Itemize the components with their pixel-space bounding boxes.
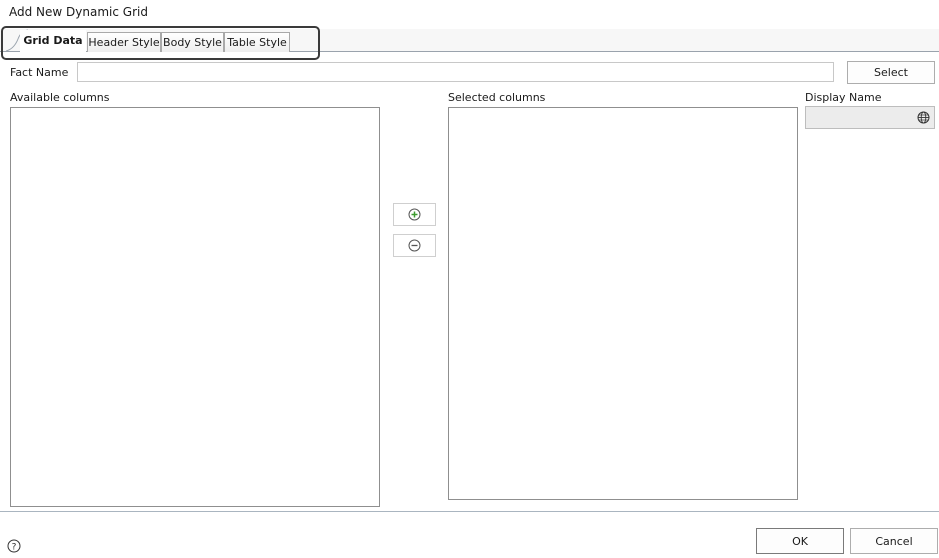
add-column-button[interactable] (393, 203, 436, 226)
selected-columns-label: Selected columns (448, 91, 546, 104)
display-name-field[interactable] (805, 106, 935, 129)
fact-name-label: Fact Name (10, 66, 69, 79)
help-circle-icon[interactable]: ? (7, 539, 21, 553)
globe-icon[interactable] (917, 111, 930, 124)
plus-circle-icon (408, 208, 421, 221)
fact-name-input[interactable] (77, 62, 834, 82)
ok-button[interactable]: OK (756, 528, 844, 554)
footer-separator (0, 511, 939, 512)
available-columns-label: Available columns (10, 91, 110, 104)
svg-text:?: ? (12, 543, 17, 553)
selected-columns-list[interactable] (448, 107, 798, 500)
display-name-label: Display Name (805, 91, 882, 104)
tab-highlight-frame (1, 26, 320, 60)
remove-column-button[interactable] (393, 234, 436, 257)
available-columns-list[interactable] (10, 107, 380, 507)
select-button[interactable]: Select (847, 61, 935, 84)
dialog-title: Add New Dynamic Grid (9, 5, 148, 19)
cancel-button[interactable]: Cancel (850, 528, 938, 554)
minus-circle-icon (408, 239, 421, 252)
dynamic-grid-dialog: Add New Dynamic Grid Grid Data Header St… (0, 0, 939, 558)
